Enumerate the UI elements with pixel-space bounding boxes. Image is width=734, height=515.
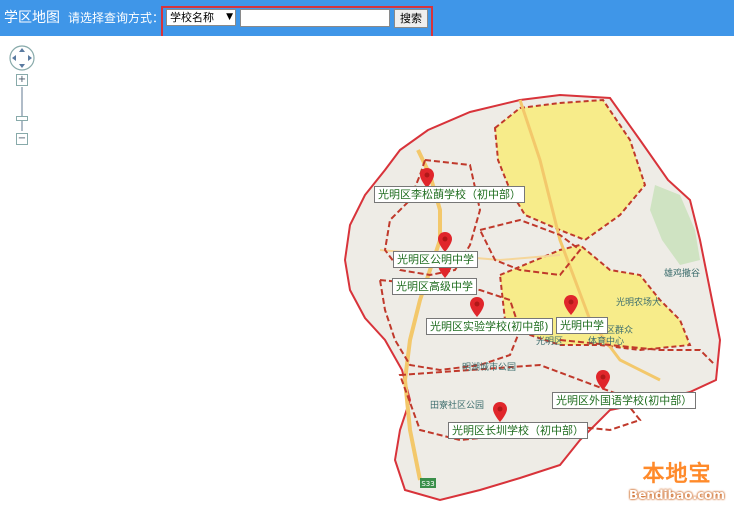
school-label[interactable]: 光明区李松蓢学校（初中部） — [374, 186, 525, 203]
road-shield-label: S33 — [421, 480, 434, 488]
watermark-text: 本地宝 — [642, 462, 712, 487]
map-canvas[interactable]: S33 — [0, 0, 734, 515]
poi-label: 光明农场大 — [616, 298, 662, 308]
school-label[interactable]: 光明中学 — [556, 317, 608, 334]
school-label[interactable]: 光明区长圳学校（初中部） — [448, 422, 588, 439]
pan-control[interactable] — [8, 44, 36, 72]
watermark-logo: 本地宝 Bendibao.com — [624, 456, 730, 510]
poi-label: 光明区 — [536, 337, 564, 347]
map-marker-icon[interactable] — [420, 168, 434, 188]
zoom-slider-track[interactable] — [21, 87, 23, 131]
poi-label: 雄鸡撒谷 — [664, 269, 701, 279]
poi-label: 明湖城市公园 — [462, 363, 517, 373]
map-marker-icon[interactable] — [493, 402, 507, 422]
school-label[interactable]: 光明区高级中学 — [392, 278, 477, 295]
map-marker-icon[interactable] — [564, 295, 578, 315]
school-label[interactable]: 光明区外国语学校(初中部） — [552, 392, 697, 409]
map-marker-icon[interactable] — [596, 370, 610, 390]
school-label[interactable]: 光明区实验学校(初中部) — [426, 318, 553, 335]
zoom-out-button[interactable]: − — [16, 133, 28, 145]
watermark-url: Bendibao.com — [629, 488, 725, 502]
poi-label: 田寮社区公园 — [430, 401, 485, 411]
zoom-slider-handle[interactable] — [16, 116, 28, 121]
map-marker-icon[interactable] — [470, 297, 484, 317]
school-label[interactable]: 光明区公明中学 — [393, 251, 478, 268]
map-marker-icon[interactable] — [438, 232, 452, 252]
zoom-in-button[interactable]: + — [16, 74, 28, 86]
